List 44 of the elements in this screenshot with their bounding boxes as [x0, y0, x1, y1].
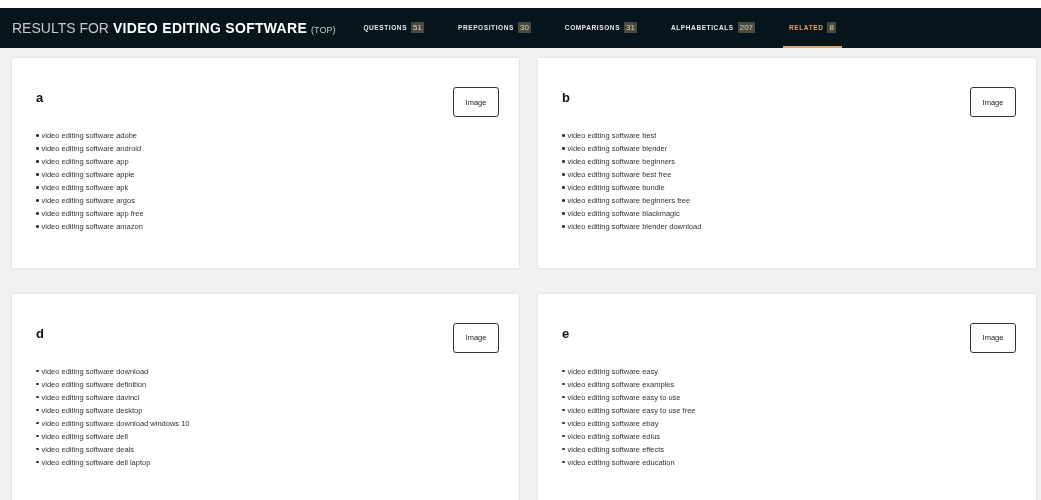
- bullet-icon: [562, 160, 565, 163]
- bullet-icon: [562, 447, 565, 451]
- bullet-icon: [36, 147, 39, 150]
- results-label: RESULTS FOR: [12, 20, 109, 36]
- bullet-icon: [36, 199, 39, 202]
- bullet-icon: [36, 173, 39, 176]
- count-badge: 8: [827, 21, 836, 33]
- bullet-icon: [562, 395, 565, 399]
- bullet-icon: [562, 173, 565, 176]
- bullet-icon: [36, 369, 39, 373]
- bullet-icon: [36, 460, 39, 464]
- bullet-icon: [36, 395, 39, 399]
- letter-heading: e: [562, 325, 570, 341]
- bullet-icon: [36, 434, 39, 438]
- letter-heading: a: [36, 90, 44, 105]
- count-badge: 207: [737, 21, 756, 33]
- letter-heading: b: [562, 90, 570, 105]
- bullet-icon: [562, 134, 565, 137]
- count-badge: 51: [411, 21, 424, 33]
- letter-heading: d: [36, 325, 44, 341]
- bullet-icon: [36, 212, 39, 215]
- bullet-icon: [562, 225, 565, 228]
- bullet-icon: [36, 225, 39, 228]
- bullet-icon: [562, 460, 565, 464]
- count-badge: 31: [624, 21, 637, 33]
- bullet-icon: [562, 369, 565, 373]
- bullet-icon: [36, 447, 39, 451]
- bullet-icon: [562, 199, 565, 202]
- bullet-icon: [36, 421, 39, 425]
- bullet-icon: [562, 212, 565, 215]
- scope-label: (TOP): [311, 25, 336, 35]
- bullet-icon: [36, 134, 39, 137]
- bullet-icon: [562, 186, 565, 189]
- bullet-icon: [562, 382, 565, 386]
- bullet-icon: [36, 408, 39, 412]
- bullet-icon: [562, 147, 565, 150]
- bullet-icon: [562, 408, 565, 412]
- bullet-icon: [562, 421, 565, 425]
- bullet-icon: [562, 434, 565, 438]
- bullet-icon: [36, 160, 39, 163]
- count-badge: 30: [517, 21, 531, 33]
- bullet-icon: [36, 382, 39, 386]
- search-query: VIDEO EDITING SOFTWARE: [113, 20, 308, 36]
- bullet-icon: [36, 186, 39, 189]
